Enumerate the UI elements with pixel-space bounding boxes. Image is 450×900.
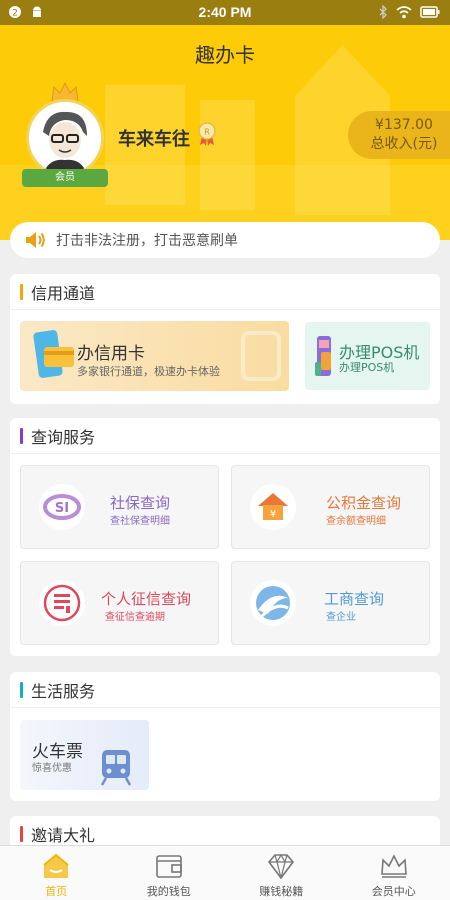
username: 车来车往 — [118, 129, 190, 150]
credit-card-icon — [33, 330, 74, 378]
tab-wallet[interactable]: 我的钱包 — [113, 846, 226, 900]
income-amount: ¥137.00 — [375, 117, 433, 133]
apply-pos-button[interactable]: 办理POS机 办理POS机 — [305, 322, 430, 390]
section-title: 生活服务 — [31, 681, 96, 701]
section-accent-bar — [20, 283, 23, 300]
page-title: 趣办卡 — [195, 43, 255, 67]
bottom-tab-bar: 首页 我的钱包 赚钱秘籍 会员中心 — [0, 845, 450, 900]
diamond-icon — [268, 853, 295, 880]
section-header: 查询服务 — [10, 418, 440, 454]
medal-icon: R — [198, 122, 216, 146]
status-bar: 2 2:40 PM — [0, 0, 450, 25]
tab-label: 首页 — [45, 885, 68, 898]
avatar-portrait-icon — [29, 102, 101, 174]
query-title: 个人征信查询 — [101, 590, 192, 608]
credit-section: 信用通道 办信用卡 多家银行通道，极速办卡体验 办理POS机 办理POS机 — [10, 274, 440, 404]
income-button[interactable]: ¥137.00 总收入(元) — [348, 111, 450, 159]
query-subtitle: 查征信查逾期 — [105, 612, 165, 623]
query-subtitle: 查企业 — [326, 612, 356, 623]
crown-icon — [380, 854, 407, 878]
income-label: 总收入(元) — [370, 136, 438, 152]
credit-card-title: 办信用卡 — [77, 344, 145, 364]
tab-member-center[interactable]: 会员中心 — [338, 846, 450, 900]
tab-label: 会员中心 — [371, 885, 416, 898]
home-icon — [43, 853, 69, 878]
avatar[interactable]: 会员 — [22, 69, 108, 187]
train-ticket-button[interactable]: 火车票 惊喜优惠 — [20, 720, 149, 790]
card-watermark-icon — [241, 331, 281, 381]
tab-money-tips[interactable]: 赚钱秘籍 — [225, 846, 338, 900]
section-header: 信用通道 — [10, 274, 440, 310]
pos-machine-icon — [315, 336, 331, 376]
business-icon — [250, 580, 296, 626]
credit-report-icon — [39, 580, 85, 626]
pos-subtitle: 办理POS机 — [339, 361, 395, 374]
section-title: 邀请大礼 — [31, 826, 96, 845]
section-title: 信用通道 — [31, 283, 96, 303]
housing-fund-icon: ¥ — [250, 484, 296, 530]
tab-label: 我的钱包 — [146, 885, 191, 898]
speaker-icon — [26, 232, 45, 248]
apply-credit-card-button[interactable]: 办信用卡 多家银行通道，极速办卡体验 — [20, 321, 289, 391]
section-title: 查询服务 — [31, 427, 96, 447]
bluetooth-icon — [379, 5, 387, 19]
profile-header: 趣办卡 会员 车来车往 R ¥137.00 总收入(元) — [0, 25, 450, 240]
svg-text:SI: SI — [55, 501, 69, 516]
train-subtitle: 惊喜优惠 — [32, 763, 72, 774]
credit-card-subtitle: 多家银行通道，极速办卡体验 — [77, 365, 220, 378]
section-accent-bar — [20, 427, 23, 444]
tab-home[interactable]: 首页 — [0, 846, 113, 900]
notice-text: 打击非法注册，打击恶意刷单 — [56, 233, 238, 249]
svg-text:R: R — [204, 128, 210, 137]
query-title: 工商查询 — [324, 590, 385, 608]
business-query-button[interactable]: 工商查询 查企业 — [231, 561, 430, 645]
credit-report-query-button[interactable]: 个人征信查询 查征信查逾期 — [20, 561, 219, 645]
status-right-icons — [378, 5, 440, 19]
svg-text:¥: ¥ — [270, 509, 276, 520]
tab-label: 赚钱秘籍 — [259, 885, 304, 898]
life-section: 生活服务 火车票 惊喜优惠 — [10, 672, 440, 801]
section-accent-bar — [20, 826, 23, 842]
notice-bar[interactable]: 打击非法注册，打击恶意刷单 — [10, 222, 440, 258]
avatar-image — [26, 99, 104, 177]
housing-fund-query-button[interactable]: ¥ 公积金查询 查余额查明细 — [231, 465, 430, 549]
wifi-icon — [396, 5, 412, 18]
battery-icon — [420, 6, 440, 18]
wallet-icon — [155, 855, 182, 878]
member-badge: 会员 — [22, 169, 108, 187]
query-title: 社保查询 — [110, 494, 171, 512]
social-security-icon: SI — [39, 484, 85, 530]
train-icon — [100, 750, 132, 786]
query-title: 公积金查询 — [326, 494, 402, 512]
query-section: 查询服务 SI 社保查询 查社保查明细 ¥ 公积金查询 查余额查明细 个人征信查… — [10, 418, 440, 656]
query-subtitle: 查余额查明细 — [326, 516, 386, 527]
query-subtitle: 查社保查明细 — [110, 516, 170, 527]
section-accent-bar — [20, 681, 23, 698]
social-security-query-button[interactable]: SI 社保查询 查社保查明细 — [20, 465, 219, 549]
section-header: 生活服务 — [10, 672, 440, 708]
